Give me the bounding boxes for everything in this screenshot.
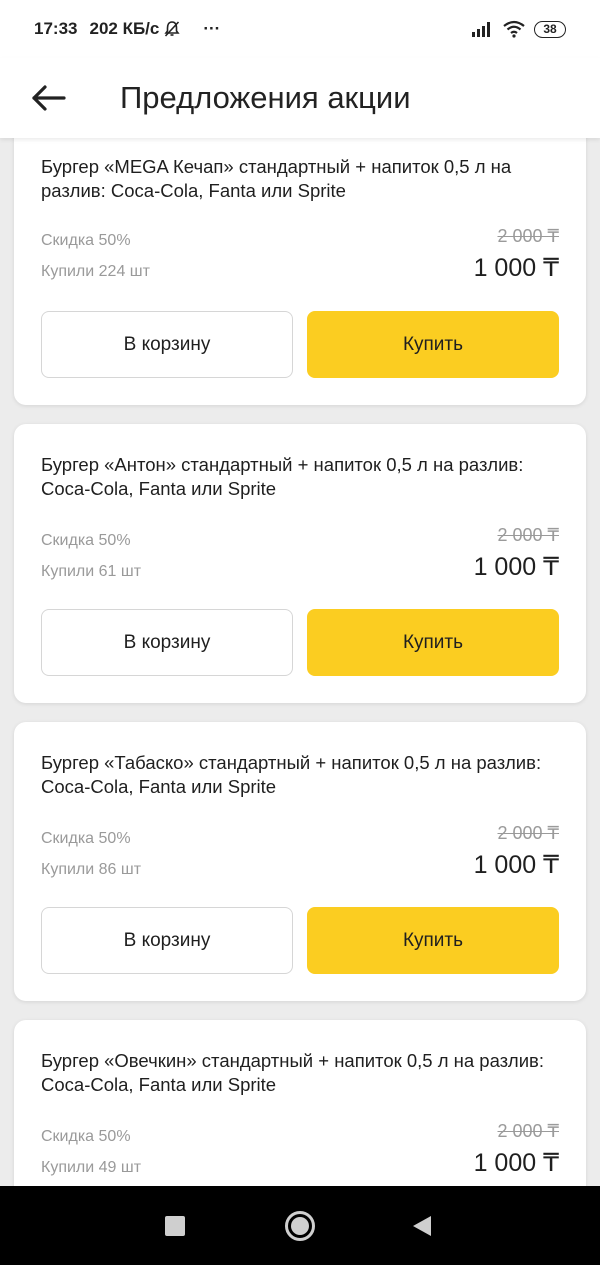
offer-old-price: 2 000 ₸ — [497, 226, 560, 246]
offer-card: Бургер «Овечкин» стандартный + напиток 0… — [14, 1020, 586, 1186]
offer-new-price: 1 000 ₸ — [473, 851, 559, 879]
offer-discount: Скидка 50% — [41, 830, 131, 847]
buy-button[interactable]: Купить — [307, 907, 559, 974]
status-bar: 17:33 202 КБ/с ··· 38 — [0, 0, 600, 58]
offer-card: Бургер «MEGA Кечап» стандартный + напито… — [14, 138, 586, 405]
status-time: 17:33 — [34, 19, 78, 38]
buy-button[interactable]: Купить — [307, 609, 559, 676]
offer-old-price: 2 000 ₸ — [497, 525, 560, 545]
offer-new-price: 1 000 ₸ — [473, 254, 559, 282]
buy-button[interactable]: Купить — [307, 311, 559, 378]
more-dots: ··· — [203, 19, 221, 38]
wifi-icon — [502, 20, 526, 38]
system-back-button[interactable] — [404, 1208, 440, 1244]
offer-bought-count: Купили 224 шт — [41, 263, 150, 280]
offer-old-price: 2 000 ₸ — [497, 823, 560, 843]
offer-bought-count: Купили 49 шт — [41, 1159, 142, 1176]
triangle-left-icon — [410, 1214, 434, 1238]
bell-off-icon — [163, 20, 181, 38]
offer-new-price: 1 000 ₸ — [473, 1149, 559, 1177]
offer-card: Бургер «Табаско» стандартный + напиток 0… — [14, 722, 586, 1001]
circle-icon — [284, 1210, 316, 1242]
offer-discount: Скидка 50% — [41, 532, 131, 549]
add-to-cart-button[interactable]: В корзину — [41, 311, 293, 378]
offer-discount: Скидка 50% — [41, 1128, 131, 1145]
offer-title: Бургер «Антон» стандартный + напиток 0,5… — [41, 454, 524, 499]
battery-indicator: 38 — [534, 20, 566, 38]
system-nav-bar — [0, 1186, 600, 1265]
status-net-speed: 202 КБ/с — [89, 19, 160, 38]
signal-icon — [470, 21, 494, 37]
offer-new-price: 1 000 ₸ — [473, 553, 559, 581]
app-bar: Предложения акции — [0, 58, 600, 138]
offer-title: Бургер «MEGA Кечап» стандартный + напито… — [41, 156, 512, 201]
offer-bought-count: Купили 61 шт — [41, 563, 142, 580]
offer-discount: Скидка 50% — [41, 232, 131, 249]
offer-card: Бургер «Антон» стандартный + напиток 0,5… — [14, 424, 586, 703]
offer-bought-count: Купили 86 шт — [41, 861, 142, 878]
page-title: Предложения акции — [120, 80, 411, 115]
add-to-cart-button[interactable]: В корзину — [41, 609, 293, 676]
offer-title: Бургер «Овечкин» стандартный + напиток 0… — [41, 1050, 545, 1095]
recent-apps-button[interactable] — [157, 1208, 193, 1244]
arrow-left-icon — [30, 84, 66, 112]
offer-old-price: 2 000 ₸ — [497, 1121, 560, 1141]
back-button[interactable] — [28, 78, 68, 118]
square-icon — [164, 1215, 186, 1237]
offers-list[interactable]: Бургер «MEGA Кечап» стандартный + напито… — [0, 138, 600, 1186]
offer-title: Бургер «Табаско» стандартный + напиток 0… — [41, 752, 542, 797]
home-button[interactable] — [282, 1208, 318, 1244]
add-to-cart-button[interactable]: В корзину — [41, 907, 293, 974]
